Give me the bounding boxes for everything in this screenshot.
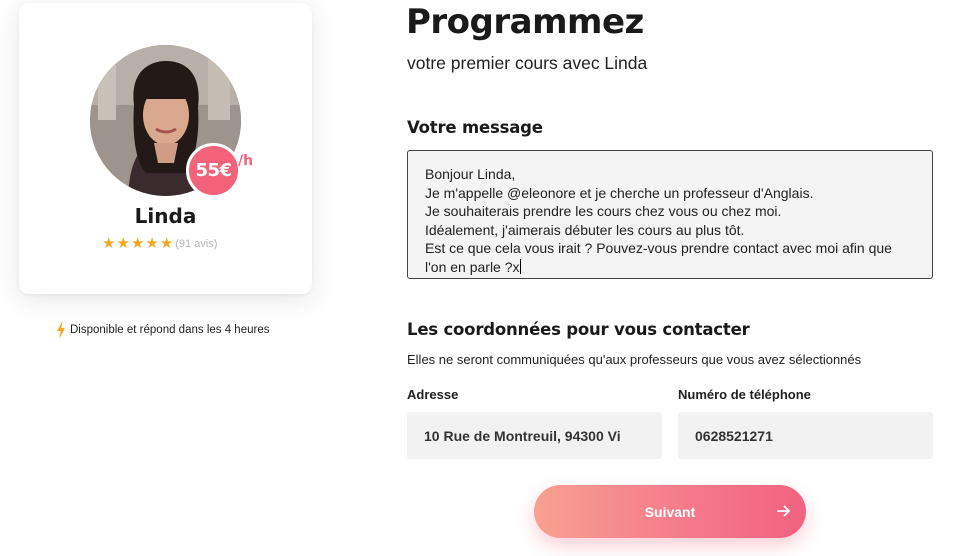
review-count: (91 avis) xyxy=(175,237,218,250)
message-text: Bonjour Linda, Je m'appelle @eleonore et… xyxy=(425,166,892,275)
star-icon: ★ xyxy=(116,235,130,252)
message-textarea[interactable]: Bonjour Linda, Je m'appelle @eleonore et… xyxy=(407,150,933,279)
availability-text: Disponible et répond dans les 4 heures xyxy=(70,324,270,336)
address-label: Adresse xyxy=(407,387,459,402)
tutor-card: 55€ /h Linda ★ ★ ★ ★ ★ (91 avis) xyxy=(19,3,312,294)
star-icon: ★ xyxy=(159,235,174,252)
next-button-label: Suivant xyxy=(644,503,696,520)
page-title: Programmez xyxy=(406,2,644,42)
lightning-icon xyxy=(57,321,65,339)
phone-label: Numéro de téléphone xyxy=(678,387,811,402)
availability-note: Disponible et répond dans les 4 heures xyxy=(56,321,269,339)
next-button[interactable]: Suivant xyxy=(534,485,806,538)
star-icon: ★ xyxy=(130,235,145,252)
address-field[interactable]: 10 Rue de Montreuil, 94300 Vi xyxy=(407,412,662,459)
phone-field[interactable]: 0628521271 xyxy=(678,412,933,459)
star-icon: ★ xyxy=(102,235,116,252)
star-icon: ★ xyxy=(145,235,159,252)
tutor-name: Linda xyxy=(134,204,197,228)
page-subtitle: votre premier cours avec Linda xyxy=(407,53,648,73)
price-badge: 55€ xyxy=(186,143,241,198)
contact-description: Elles ne seront communiquées qu'aux prof… xyxy=(407,352,862,367)
arrow-right-icon xyxy=(777,505,790,517)
text-cursor xyxy=(519,258,521,274)
price-unit: /h xyxy=(238,153,254,169)
message-section-title: Votre message xyxy=(407,118,543,137)
rating: ★ ★ ★ ★ ★ (91 avis) xyxy=(102,236,217,251)
contact-section-title: Les coordonnées pour vous contacter xyxy=(407,320,750,339)
